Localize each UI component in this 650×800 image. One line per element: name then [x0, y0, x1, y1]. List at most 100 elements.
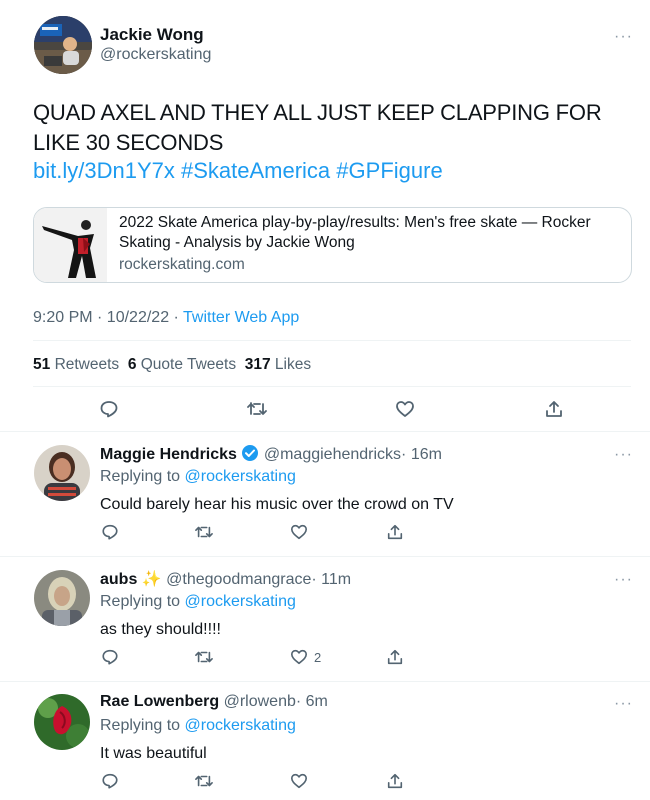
share-button[interactable]: [544, 399, 564, 419]
meta-separator: ·: [169, 309, 184, 326]
quotes-label: Quote Tweets: [140, 356, 237, 373]
author-avatar[interactable]: [34, 16, 92, 74]
retweet-icon: [195, 651, 213, 663]
reply-text: Could barely hear his music over the cro…: [100, 496, 454, 513]
retweet-icon: [247, 402, 267, 415]
reply-time[interactable]: · 16m: [401, 446, 442, 463]
retweet-button[interactable]: [194, 648, 214, 666]
card-domain: rockerskating.com: [119, 256, 245, 273]
divider: [0, 431, 650, 432]
reply-header: aubs ✨ @thegoodmangrace· 11m: [100, 569, 351, 589]
more-options-icon[interactable]: ···: [614, 571, 633, 589]
reply-button[interactable]: [101, 772, 119, 790]
likes-stat[interactable]: 317 Likes: [245, 356, 311, 373]
hashtag-gpfigure[interactable]: #GPFigure: [336, 158, 442, 183]
retweet-button[interactable]: [246, 399, 268, 419]
more-options-icon[interactable]: ···: [614, 446, 633, 464]
reply-author-name[interactable]: aubs: [100, 571, 137, 588]
author-avatar-image: [34, 16, 92, 74]
share-icon: [546, 401, 562, 417]
replying-to-line: Replying to @rockerskating: [100, 593, 296, 611]
retweets-stat[interactable]: 51 Retweets: [33, 356, 119, 373]
reply-avatar[interactable]: [34, 445, 90, 501]
like-icon: [290, 649, 308, 665]
retweets-label: Retweets: [54, 356, 120, 373]
share-button[interactable]: [386, 648, 404, 666]
reply-icon: [102, 649, 118, 665]
reply-avatar-image: [34, 570, 90, 626]
like-count: 2: [314, 649, 322, 665]
reply-author-name[interactable]: Rae Lowenberg: [100, 693, 219, 710]
like-icon: [290, 524, 308, 540]
quotes-stat[interactable]: 6 Quote Tweets: [128, 356, 236, 373]
like-icon: [396, 401, 414, 417]
tweet-text: QUAD AXEL AND THEY ALL JUST KEEP CLAPPIN…: [33, 100, 602, 155]
replying-to-handle[interactable]: @rockerskating: [185, 468, 296, 485]
verified-badge-icon: [241, 444, 259, 467]
share-icon: [387, 524, 403, 540]
share-icon: [387, 649, 403, 665]
reply-time[interactable]: · 11m: [311, 571, 351, 588]
tweet-stats: 51 Retweets 6 Quote Tweets 317 Likes: [33, 356, 311, 374]
card-thumbnail: [34, 208, 107, 282]
card-title: 2022 Skate America play-by-play/results:…: [119, 214, 591, 251]
reply-header: Rae Lowenberg @rlowenb· 6m: [100, 693, 328, 711]
author-name[interactable]: Jackie Wong: [100, 25, 204, 45]
share-button[interactable]: [386, 772, 404, 790]
replying-to-label: Replying to: [100, 717, 181, 734]
tweet-source-link[interactable]: Twitter Web App: [183, 309, 299, 326]
like-icon: [290, 773, 308, 789]
like-button[interactable]: [395, 399, 415, 419]
quotes-count: 6: [127, 356, 137, 373]
reply-text: It was beautiful: [100, 745, 207, 762]
retweet-icon: [195, 526, 213, 538]
divider: [33, 386, 631, 387]
like-button[interactable]: 2: [290, 648, 321, 666]
replying-to-label: Replying to: [100, 593, 181, 610]
retweet-button[interactable]: [194, 772, 214, 790]
tweet-links-line: bit.ly/3Dn1Y7x #SkateAmerica #GPFigure: [33, 156, 443, 186]
divider: [33, 340, 631, 341]
tweet-url-link[interactable]: bit.ly/3Dn1Y7x: [33, 158, 175, 183]
reply-text: as they should!!!!: [100, 621, 221, 638]
replying-to-line: Replying to @rockerskating: [100, 468, 296, 486]
tweet-meta: 9:20 PM · 10/22/22 · Twitter Web App: [33, 309, 299, 327]
reply-icon: [102, 524, 118, 540]
more-options-icon[interactable]: ···: [614, 695, 633, 713]
skater-thumbnail-image: [34, 208, 107, 282]
reply-avatar-image: [34, 445, 90, 501]
reply-avatar[interactable]: [34, 694, 90, 750]
reply-avatar[interactable]: [34, 570, 90, 626]
reply-author-handle[interactable]: @rlowenb: [224, 693, 296, 710]
reply-button[interactable]: [101, 523, 119, 541]
replying-to-line: Replying to @rockerskating: [100, 717, 296, 735]
hashtag-skateamerica[interactable]: #SkateAmerica: [181, 158, 330, 183]
tweet-timestamp[interactable]: 9:20 PM · 10/22/22: [33, 309, 169, 326]
divider: [0, 556, 650, 557]
reply-header: Maggie Hendricks @maggiehendricks· 16m: [100, 444, 442, 467]
likes-label: Likes: [274, 356, 312, 373]
reply-button[interactable]: [101, 648, 119, 666]
replying-to-handle[interactable]: @rockerskating: [185, 717, 296, 734]
replying-to-handle[interactable]: @rockerskating: [185, 593, 296, 610]
link-preview-card[interactable]: 2022 Skate America play-by-play/results:…: [33, 207, 632, 283]
reply-icon: [100, 401, 118, 418]
reply-button[interactable]: [99, 399, 119, 419]
reply-author-handle[interactable]: @thegoodmangrace: [166, 571, 311, 588]
author-handle[interactable]: @rockerskating: [100, 46, 211, 64]
like-button[interactable]: [290, 772, 314, 790]
retweet-icon: [195, 775, 213, 787]
replying-to-label: Replying to: [100, 468, 181, 485]
share-button[interactable]: [386, 523, 404, 541]
reply-author-name[interactable]: Maggie Hendricks: [100, 446, 237, 463]
retweets-count: 51: [33, 356, 51, 373]
more-options-icon[interactable]: ···: [614, 28, 633, 46]
like-button[interactable]: [290, 523, 314, 541]
likes-count: 317: [244, 356, 271, 373]
divider: [0, 681, 650, 682]
reply-time[interactable]: · 6m: [296, 693, 328, 710]
reply-icon: [102, 773, 118, 789]
share-icon: [387, 773, 403, 789]
reply-author-handle[interactable]: @maggiehendricks: [264, 446, 401, 463]
retweet-button[interactable]: [194, 523, 214, 541]
